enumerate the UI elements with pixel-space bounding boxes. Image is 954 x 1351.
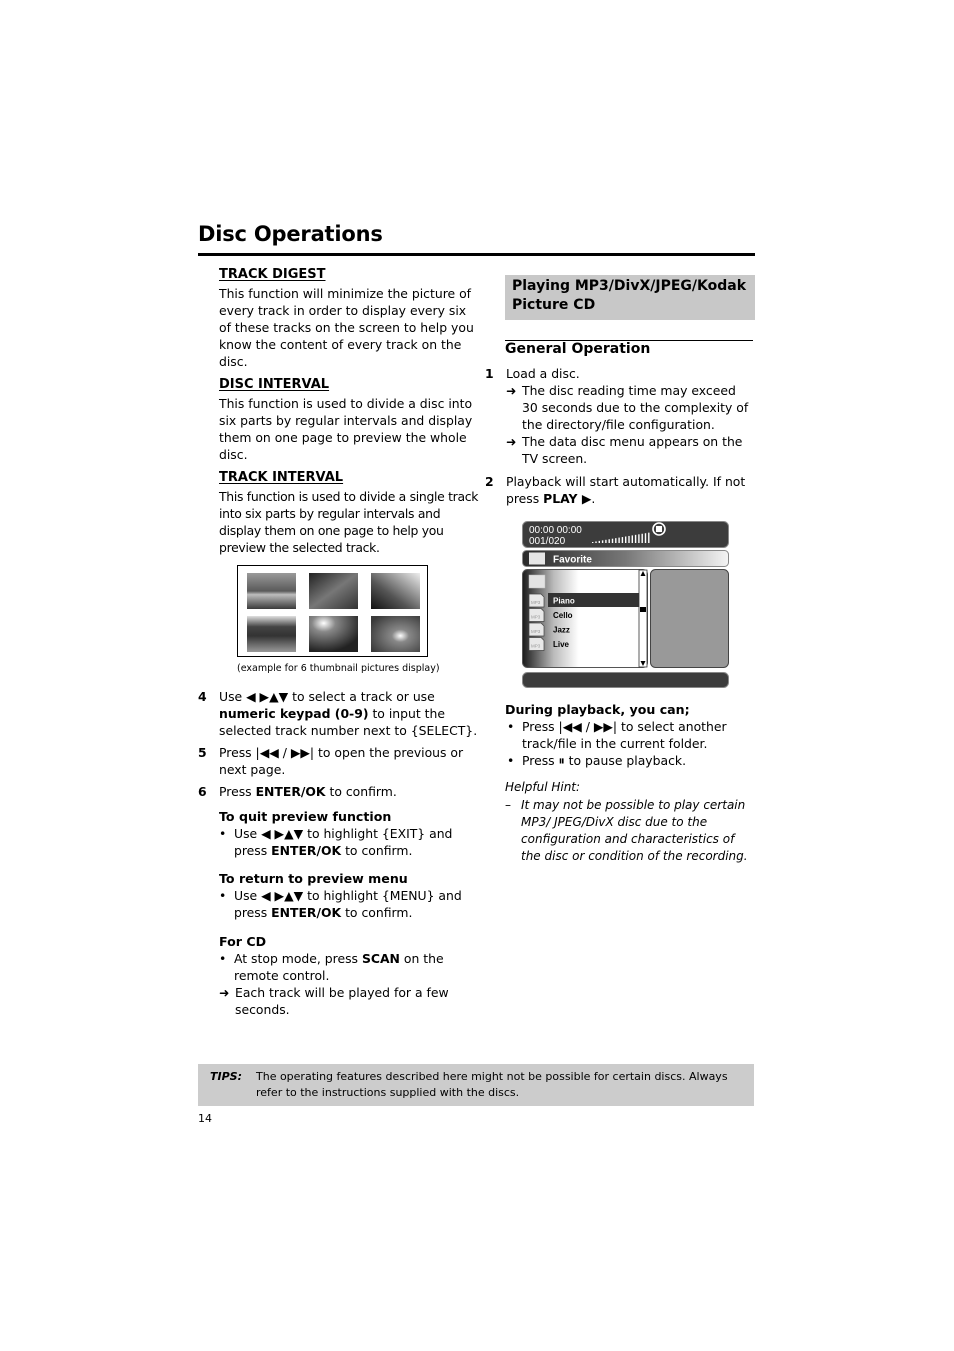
quit-preview-section: To quit preview function • Use ◀ ▶▲▼ to … bbox=[219, 808, 479, 859]
volume-bar bbox=[615, 538, 617, 543]
thumbnail-grid bbox=[237, 565, 428, 657]
arrow-right-icon: ➜ bbox=[219, 985, 230, 1000]
title-rule bbox=[198, 253, 755, 256]
during-playback-section: During playback, you can; • Press |◀◀ / ▶… bbox=[505, 701, 757, 769]
osd-file-name: Cello bbox=[553, 611, 573, 620]
volume-bar bbox=[648, 532, 650, 543]
volume-bar bbox=[634, 534, 637, 543]
volume-bar bbox=[618, 537, 620, 543]
mp3-section-banner: Playing MP3/DivX/JPEG/Kodak Picture CD bbox=[505, 275, 755, 320]
tips-label: TIPS: bbox=[210, 1070, 242, 1083]
thumbnail-5 bbox=[309, 616, 358, 652]
disc-interval-heading: DISC INTERVAL bbox=[219, 377, 330, 392]
thumbnail-1 bbox=[247, 573, 296, 609]
for-cd-heading: For CD bbox=[219, 934, 267, 949]
track-interval-text: This function is used to divide a single… bbox=[219, 489, 479, 555]
volume-bar bbox=[605, 539, 607, 543]
volume-bar bbox=[644, 533, 647, 543]
during-playback-heading: During playback, you can; bbox=[505, 702, 690, 717]
step-5: 5 Press |◀◀ / ▶▶| to open the previous o… bbox=[198, 745, 464, 777]
track-digest-text: This function will minimize the picture … bbox=[219, 286, 474, 369]
left-column-definitions: TRACK DIGEST This function will minimize… bbox=[219, 266, 479, 556]
volume-bar bbox=[621, 537, 624, 543]
page-title: Disc Operations bbox=[198, 222, 383, 246]
step-6: 6 Press ENTER/OK to confirm. bbox=[198, 784, 397, 799]
thumbnail-caption: (example for 6 thumbnail pictures displa… bbox=[237, 663, 440, 674]
arrow-right-icon: ➜ bbox=[506, 383, 517, 398]
volume-bar bbox=[641, 533, 643, 543]
left-steps: 4 Use ◀ ▶▲▼ to select a track or use num… bbox=[198, 688, 478, 805]
return-preview-heading: To return to preview menu bbox=[219, 871, 408, 886]
page-number: 14 bbox=[198, 1112, 212, 1125]
volume-bar bbox=[628, 535, 630, 543]
osd-preview-pane bbox=[650, 569, 729, 668]
svg-text:MP3: MP3 bbox=[531, 644, 541, 649]
disc-interval-text: This function is used to divide a disc i… bbox=[219, 396, 473, 462]
step-4: 4 Use ◀ ▶▲▼ to select a track or use num… bbox=[198, 689, 478, 738]
svg-text:MP3: MP3 bbox=[531, 600, 541, 605]
data-disc-menu-osd: 00:00 00:00 001/020 Favorite MP3 Piano MP3… bbox=[522, 521, 729, 689]
thumbnail-2 bbox=[309, 573, 358, 609]
step-1: 1 Load a disc. ➜ The disc reading time ma… bbox=[485, 366, 749, 466]
osd-scrollbar bbox=[638, 569, 648, 668]
osd-file-name: Jazz bbox=[553, 626, 570, 635]
volume-bar bbox=[592, 542, 594, 543]
general-operation-heading: General Operation bbox=[505, 341, 651, 357]
osd-bottom-bar bbox=[522, 672, 729, 688]
for-cd-section: For CD • At stop mode, press SCAN on the… bbox=[219, 933, 479, 1018]
volume-bar bbox=[598, 540, 600, 543]
osd-file-name: Live bbox=[553, 640, 570, 649]
thumbnail-6 bbox=[371, 616, 420, 652]
volume-bar bbox=[625, 536, 627, 543]
thumbnail-3 bbox=[371, 573, 420, 609]
volume-bar bbox=[608, 539, 610, 543]
volume-bar bbox=[638, 534, 640, 543]
track-interval-heading: TRACK INTERVAL bbox=[219, 470, 344, 485]
osd-track-counter: 001/020 bbox=[529, 536, 566, 547]
osd-time: 00:00 00:00 bbox=[529, 525, 582, 536]
osd-file-name: Piano bbox=[553, 597, 575, 606]
helpful-hint-text: It may not be possible to play certain M… bbox=[521, 798, 748, 863]
tips-box: TIPS: The operating features described h… bbox=[198, 1064, 754, 1106]
helpful-hint-heading: Helpful Hint: bbox=[505, 780, 581, 794]
thumbnail-4 bbox=[247, 616, 296, 652]
tips-text: The operating features described here mi… bbox=[256, 1070, 728, 1099]
folder-icon bbox=[529, 552, 545, 565]
scroll-thumb bbox=[640, 607, 646, 612]
track-digest-heading: TRACK DIGEST bbox=[219, 267, 326, 282]
helpful-hint-section: Helpful Hint: – It may not be possible to… bbox=[505, 779, 757, 865]
arrow-right-icon: ➜ bbox=[506, 434, 517, 449]
svg-text:MP3: MP3 bbox=[531, 629, 541, 634]
osd-folder-name: Favorite bbox=[553, 555, 592, 566]
parent-folder-icon bbox=[528, 574, 546, 589]
volume-bar bbox=[611, 538, 614, 543]
return-preview-section: To return to preview menu • Use ◀ ▶▲▼ to… bbox=[219, 870, 479, 921]
quit-preview-heading: To quit preview function bbox=[219, 809, 392, 824]
volume-bar bbox=[601, 540, 604, 543]
general-steps: 1 Load a disc. ➜ The disc reading time ma… bbox=[485, 365, 755, 512]
volume-bar bbox=[631, 535, 633, 543]
volume-bar bbox=[595, 541, 597, 543]
svg-text:MP3: MP3 bbox=[531, 615, 541, 620]
step-2: 2 Playback will start automatically. If … bbox=[485, 474, 746, 506]
